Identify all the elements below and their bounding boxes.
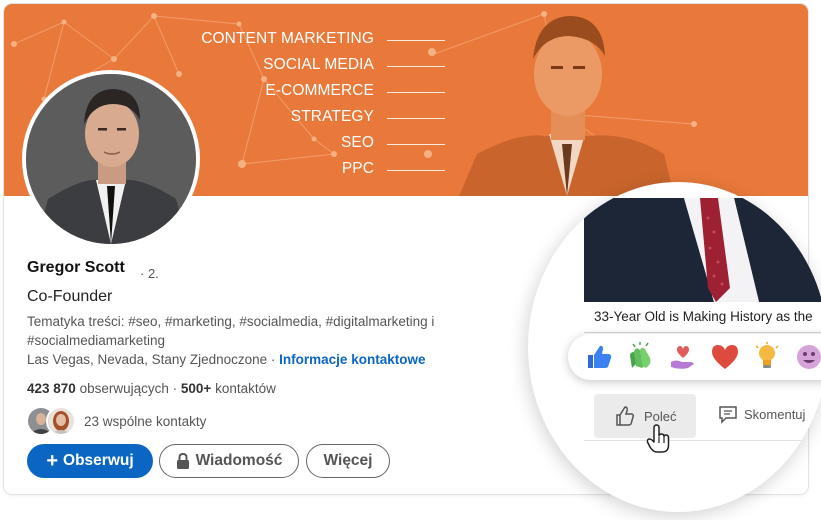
followers-count: 423 870 bbox=[27, 381, 76, 396]
more-label: Więcej bbox=[323, 452, 373, 469]
divider bbox=[584, 332, 821, 333]
followers-label: obserwujących · bbox=[79, 381, 178, 396]
topic-ppc: PPC bbox=[341, 160, 374, 177]
topic-e-commerce: E-COMMERCE bbox=[265, 82, 374, 99]
profile-location: Las Vegas, Nevada, Stany Zjednoczone · I… bbox=[27, 352, 425, 367]
celebrate-icon[interactable] bbox=[626, 342, 656, 372]
topic-line bbox=[387, 66, 445, 67]
topic-line bbox=[387, 170, 445, 171]
topic-social-media: SOCIAL MEDIA bbox=[263, 56, 374, 73]
connections-label[interactable]: kontaktów bbox=[215, 381, 276, 396]
post-image-art bbox=[584, 198, 821, 302]
message-label: Wiadomość bbox=[195, 452, 283, 469]
profile-name[interactable]: Gregor Scott bbox=[27, 259, 125, 277]
comment-button[interactable]: Skomentuj bbox=[718, 404, 805, 424]
message-button[interactable]: Wiadomość bbox=[159, 444, 299, 478]
plus-icon: + bbox=[46, 450, 59, 472]
hand-cursor-icon bbox=[646, 424, 670, 453]
location-text: Las Vegas, Nevada, Stany Zjednoczone · bbox=[27, 352, 276, 367]
connections-count[interactable]: 500+ bbox=[181, 381, 211, 396]
comment-label: Skomentuj bbox=[744, 406, 806, 422]
support-icon[interactable] bbox=[668, 342, 698, 372]
insightful-icon[interactable] bbox=[752, 342, 782, 372]
recommend-label: Poleć bbox=[644, 408, 677, 424]
banner-person-image bbox=[459, 16, 674, 196]
follow-label: Obserwuj bbox=[63, 452, 134, 469]
follower-stats: 423 870 obserwujących · 500+ kontaktów bbox=[27, 381, 276, 396]
profile-avatar[interactable] bbox=[26, 74, 196, 244]
topic-line bbox=[387, 144, 445, 145]
topic-line bbox=[387, 118, 445, 119]
zoom-lens: 33-Year Old is Making History as the Pol… bbox=[528, 182, 821, 512]
topic-seo: SEO bbox=[340, 134, 374, 151]
post-title[interactable]: 33-Year Old is Making History as the bbox=[594, 309, 813, 324]
divider bbox=[584, 440, 821, 441]
profile-headline: Co-Founder bbox=[27, 288, 113, 305]
more-button[interactable]: Więcej bbox=[306, 444, 390, 478]
reactions-picker bbox=[568, 334, 821, 380]
love-icon[interactable] bbox=[710, 342, 740, 372]
profile-hashtags: Tematyka treści: #seo, #marketing, #soci… bbox=[27, 314, 435, 348]
contact-info-link[interactable]: Informacje kontaktowe bbox=[279, 352, 425, 367]
topic-line bbox=[387, 92, 445, 93]
thumbs-up-icon bbox=[616, 406, 635, 426]
avatar-portrait bbox=[26, 74, 196, 244]
post-image[interactable] bbox=[584, 198, 821, 302]
mutual-avatar bbox=[46, 406, 76, 436]
recommend-button[interactable]: Poleć bbox=[594, 394, 696, 438]
lock-icon bbox=[176, 453, 189, 469]
topic-content-marketing: CONTENT MARKETING bbox=[201, 30, 374, 47]
funny-icon[interactable] bbox=[794, 342, 821, 372]
topic-strategy: STRATEGY bbox=[290, 108, 374, 125]
comment-icon bbox=[719, 406, 737, 424]
connection-degree: · 2. bbox=[140, 266, 159, 281]
follow-button[interactable]: + Obserwuj bbox=[27, 444, 153, 478]
mutual-connections-text: 23 wspólne kontakty bbox=[84, 414, 207, 429]
like-icon[interactable] bbox=[584, 342, 614, 372]
topic-line bbox=[387, 40, 445, 41]
